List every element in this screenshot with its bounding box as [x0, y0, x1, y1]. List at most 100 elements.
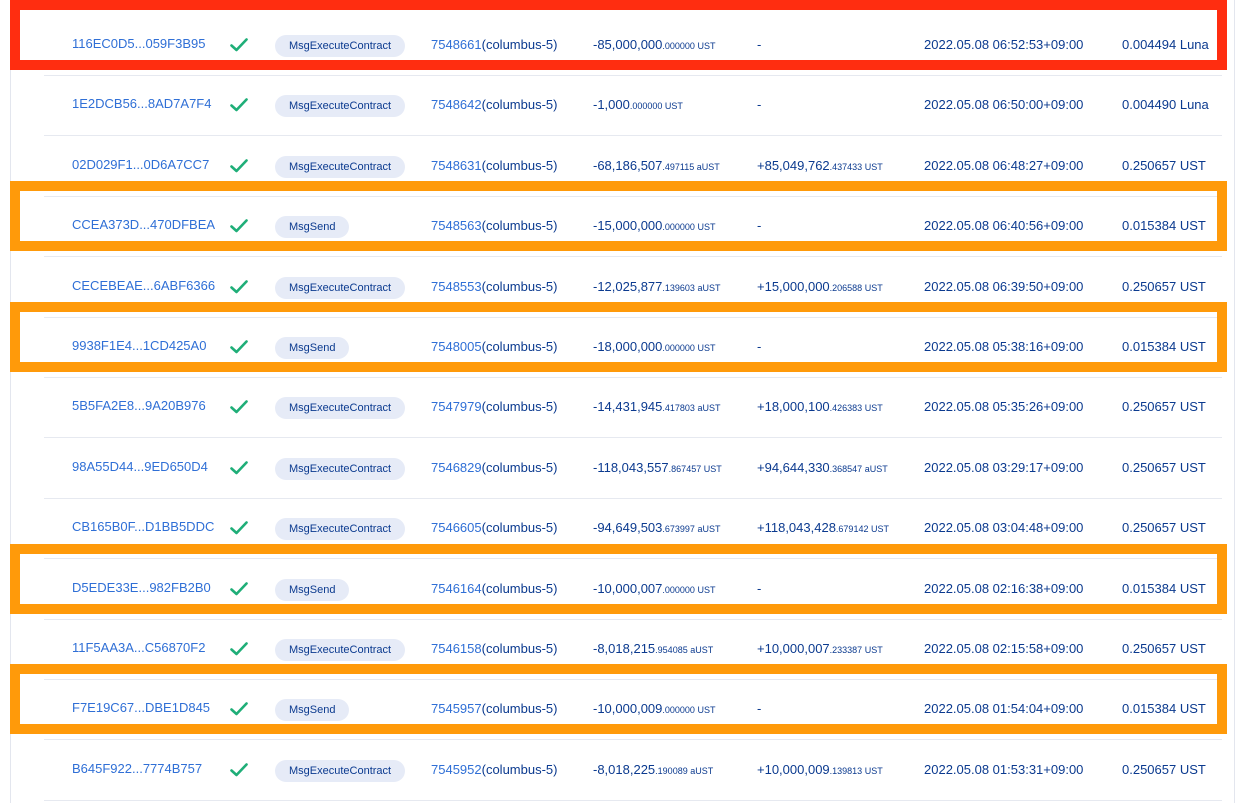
tx-hash-link[interactable]: B645F922...7774B757	[72, 740, 202, 800]
amount-out-decimal: .139603 aUST	[662, 283, 721, 293]
amount-in-main: -	[757, 339, 762, 354]
tx-type-badge: MsgSend	[275, 578, 350, 601]
amount-in-decimal: .206588 UST	[829, 283, 883, 293]
tx-type-cell: MsgExecuteContract	[275, 377, 406, 437]
tx-hash-link[interactable]: 116EC0D5...059F3B95	[72, 15, 205, 75]
tx-hash-link[interactable]: 98A55D44...9ED650D4	[72, 438, 208, 498]
tx-hash-link[interactable]: D5EDE33E...982FB2B0	[72, 559, 211, 619]
block-link[interactable]: 7546164	[431, 581, 482, 596]
amount-out-decimal: .954085 aUST	[655, 645, 714, 655]
amount-out-decimal: .000000 UST	[662, 41, 716, 51]
table-row: D5EDE33E...982FB2B0 MsgSend 7546164(colu…	[44, 559, 1222, 620]
timestamp: 2022.05.08 06:52:53+09:00	[924, 37, 1084, 52]
fee: 0.250657 UST	[1122, 520, 1206, 535]
amount-in: +10,000,007.233387 UST	[757, 619, 883, 679]
fee: 0.250657 UST	[1122, 158, 1206, 173]
tx-hash-link[interactable]: CECEBEAE...6ABF6366	[72, 257, 215, 317]
amount-in-decimal: .437433 UST	[829, 162, 883, 172]
block-cell: 7548661(columbus-5)	[431, 15, 557, 75]
tx-hash-link[interactable]: F7E19C67...DBE1D845	[72, 679, 210, 739]
check-icon	[230, 15, 250, 75]
tx-hash-link[interactable]: CCEA373D...470DFBEA	[72, 196, 215, 256]
fee: 0.015384 UST	[1122, 581, 1206, 596]
tx-type-badge: MsgExecuteContract	[275, 276, 406, 299]
tx-type-badge: MsgExecuteContract	[275, 94, 406, 117]
block-link[interactable]: 7547979	[431, 399, 482, 414]
amount-in-main: +118,043,428	[757, 520, 836, 535]
amount-out-main: -118,043,557	[593, 460, 669, 475]
tx-type-cell: MsgExecuteContract	[275, 619, 406, 679]
tx-hash-link[interactable]: CB165B0F...D1BB5DDC	[72, 498, 214, 558]
block-cell: 7546829(columbus-5)	[431, 438, 557, 498]
fee: 0.004494 Luna	[1122, 37, 1209, 52]
tx-hash-link[interactable]: 5B5FA2E8...9A20B976	[72, 377, 206, 437]
check-icon	[230, 317, 250, 377]
amount-out-main: -8,018,215	[593, 641, 656, 656]
check-icon	[230, 75, 250, 135]
amount-out: -15,000,000.000000 UST	[593, 196, 715, 256]
amount-in-main: +15,000,000	[757, 279, 830, 294]
table-row: 1E2DCB56...8AD7A7F4 MsgExecuteContract 7…	[44, 75, 1222, 136]
tx-hash-link[interactable]: 9938F1E4...1CD425A0	[72, 317, 206, 377]
block-link[interactable]: 7548563	[431, 218, 482, 233]
timestamp: 2022.05.08 06:48:27+09:00	[924, 158, 1084, 173]
amount-out-main: -15,000,000	[593, 218, 663, 233]
block-link[interactable]: 7548661	[431, 37, 482, 52]
amount-out-decimal: .000000 UST	[662, 343, 716, 353]
timestamp: 2022.05.08 02:16:38+09:00	[924, 581, 1084, 596]
amount-in-decimal: .233387 UST	[829, 645, 883, 655]
network-label: (columbus-5)	[481, 701, 558, 716]
tx-hash-link[interactable]: 1E2DCB56...8AD7A7F4	[72, 75, 211, 135]
amount-in-main: +10,000,007	[757, 641, 830, 656]
block-link[interactable]: 7548642	[431, 97, 482, 112]
tx-hash-link[interactable]: 11F5AA3A...C56870F2	[72, 619, 205, 679]
amount-out-main: -10,000,009	[593, 701, 663, 716]
timestamp: 2022.05.08 01:54:04+09:00	[924, 701, 1084, 716]
block-link[interactable]: 7545952	[431, 762, 482, 777]
amount-out-decimal: .417803 aUST	[662, 403, 721, 413]
timestamp: 2022.05.08 03:29:17+09:00	[924, 460, 1084, 475]
network-label: (columbus-5)	[481, 97, 558, 112]
amount-in-main: -	[757, 701, 762, 716]
amount-in: +15,000,000.206588 UST	[757, 257, 883, 317]
amount-in: +10,000,009.139813 UST	[757, 740, 883, 800]
amount-out: -68,186,507.497115 aUST	[593, 136, 720, 196]
amount-out: -94,649,503.673997 aUST	[593, 498, 720, 558]
block-link[interactable]: 7546829	[431, 460, 482, 475]
tx-hash-link[interactable]: 02D029F1...0D6A7CC7	[72, 136, 209, 196]
block-link[interactable]: 7546158	[431, 641, 482, 656]
amount-in: -	[757, 75, 761, 135]
amount-out-decimal: .673997 aUST	[662, 524, 721, 534]
amount-out-main: -1,000	[593, 97, 630, 112]
amount-out: -85,000,000.000000 UST	[593, 15, 715, 75]
timestamp: 2022.05.08 01:53:31+09:00	[924, 762, 1084, 777]
block-link[interactable]: 7548005	[431, 339, 482, 354]
amount-out: -8,018,225.190089 aUST	[593, 740, 713, 800]
transactions-panel: 116EC0D5...059F3B95 MsgExecuteContract 7…	[10, 0, 1235, 803]
amount-out: -10,000,007.000000 UST	[593, 559, 715, 619]
tx-type-cell: MsgSend	[275, 679, 350, 739]
block-cell: 7546605(columbus-5)	[431, 498, 557, 558]
block-cell: 7546164(columbus-5)	[431, 559, 557, 619]
tx-type-cell: MsgExecuteContract	[275, 257, 406, 317]
check-icon	[230, 136, 250, 196]
amount-out-main: -18,000,000	[593, 339, 663, 354]
network-label: (columbus-5)	[481, 37, 558, 52]
network-label: (columbus-5)	[481, 641, 558, 656]
tx-type-cell: MsgExecuteContract	[275, 438, 406, 498]
network-label: (columbus-5)	[481, 399, 558, 414]
block-link[interactable]: 7546605	[431, 520, 482, 535]
tx-type-badge: MsgExecuteContract	[275, 155, 406, 178]
amount-out-main: -12,025,877	[593, 279, 663, 294]
tx-type-badge: MsgExecuteContract	[275, 457, 406, 480]
amount-out-decimal: .000000 UST	[662, 585, 716, 595]
block-link[interactable]: 7545957	[431, 701, 482, 716]
tx-type-cell: MsgExecuteContract	[275, 136, 406, 196]
fee: 0.250657 UST	[1122, 762, 1206, 777]
check-icon	[230, 498, 250, 558]
block-link[interactable]: 7548631	[431, 158, 482, 173]
table-row: 98A55D44...9ED650D4 MsgExecuteContract 7…	[44, 438, 1222, 499]
tx-type-cell: MsgExecuteContract	[275, 15, 406, 75]
timestamp: 2022.05.08 05:38:16+09:00	[924, 339, 1084, 354]
block-link[interactable]: 7548553	[431, 279, 482, 294]
